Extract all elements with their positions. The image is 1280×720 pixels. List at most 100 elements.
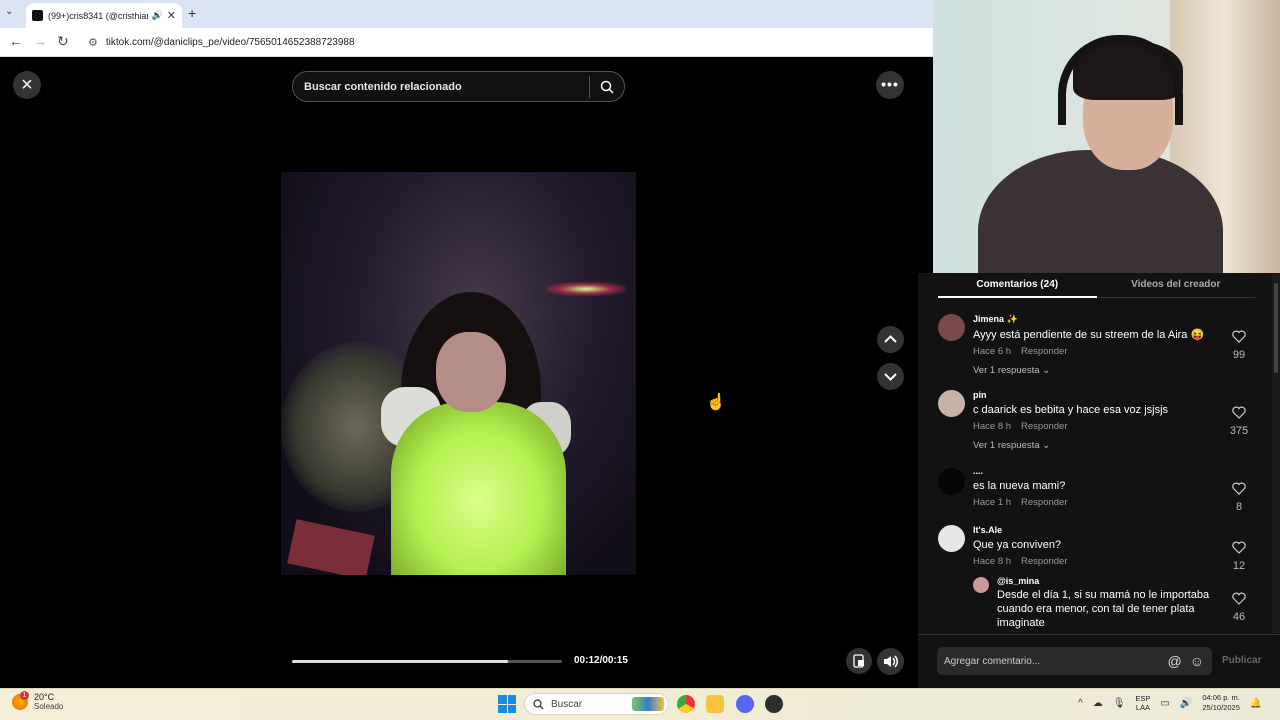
publish-button[interactable]: Publicar	[1222, 655, 1261, 666]
avatar[interactable]	[938, 468, 965, 495]
chevron-up-icon	[884, 335, 897, 343]
emoji-icon[interactable]: ☺	[1190, 653, 1204, 669]
comment-age: Hace 8 h	[973, 421, 1012, 432]
avatar[interactable]	[938, 390, 965, 417]
hand-cursor-icon: ☝	[706, 394, 726, 411]
comment-input-placeholder: Agregar comentario...	[944, 655, 1041, 667]
reload-icon[interactable]: ↻	[57, 33, 69, 50]
comment-username[interactable]: Jimena ✨	[973, 314, 1223, 325]
heart-icon	[1232, 541, 1246, 554]
site-info-icon[interactable]: ⚙	[88, 36, 98, 49]
video-frame[interactable]	[281, 172, 636, 575]
clock-date: 25/10/2025	[1202, 703, 1240, 712]
reply-button[interactable]: Responder	[1021, 497, 1067, 508]
forward-icon[interactable]: →	[33, 33, 47, 49]
reply-button[interactable]: Responder	[1021, 556, 1067, 567]
search-placeholder: Buscar contenido relacionado	[304, 80, 462, 93]
comment-username[interactable]: pin	[973, 390, 1223, 400]
chevron-down-icon	[884, 373, 897, 381]
network-icon[interactable]: ▭	[1160, 698, 1169, 709]
related-search-input[interactable]: Buscar contenido relacionado	[292, 71, 625, 102]
like-button[interactable]: 375	[1226, 406, 1252, 437]
taskbar-search[interactable]: Buscar	[524, 693, 669, 715]
discord-icon[interactable]	[736, 695, 754, 713]
like-count: 8	[1235, 501, 1243, 513]
comment-username[interactable]: It's.Ale	[973, 525, 1223, 535]
browser-tab[interactable]: (99+)cris8341 (@cristhian8 🔊 ✕	[26, 3, 182, 28]
clock-time: 04:06 p. m.	[1202, 693, 1240, 702]
like-button[interactable]: 12	[1226, 541, 1252, 572]
app-icon[interactable]	[765, 695, 783, 713]
new-tab-icon[interactable]: +	[188, 5, 196, 21]
heart-icon	[1232, 330, 1246, 343]
comment-age: Hace 1 h	[973, 497, 1012, 508]
reply-username[interactable]: @is_mina	[997, 576, 1212, 586]
view-replies-button[interactable]: Ver 1 respuesta ⌄	[973, 365, 1223, 376]
chevron-up-icon[interactable]: ^	[1078, 698, 1083, 709]
search-icon[interactable]	[590, 80, 624, 94]
tab-comments[interactable]: Comentarios (24)	[938, 273, 1097, 298]
avatar[interactable]	[938, 525, 965, 552]
next-video-button[interactable]	[877, 363, 904, 390]
view-replies-button[interactable]: Ver 1 respuesta ⌄	[973, 440, 1223, 451]
comments-scrollbar[interactable]	[1272, 273, 1280, 633]
more-options-icon[interactable]: •••	[876, 71, 904, 99]
scrollbar-thumb[interactable]	[1274, 283, 1278, 373]
windows-start-icon[interactable]	[498, 695, 516, 713]
volume-icon	[884, 655, 898, 668]
back-icon[interactable]: ←	[9, 33, 23, 49]
heart-icon	[1232, 592, 1246, 605]
avatar[interactable]	[973, 577, 989, 593]
close-tab-icon[interactable]: ✕	[167, 9, 176, 22]
clock[interactable]: 04:06 p. m. 25/10/2025	[1202, 693, 1240, 713]
like-count: 12	[1232, 560, 1246, 572]
volume-button[interactable]	[877, 648, 904, 675]
previous-video-button[interactable]	[877, 326, 904, 353]
close-video-button[interactable]: ×	[13, 71, 41, 99]
like-button[interactable]: 8	[1226, 482, 1252, 513]
like-count: 46	[1232, 611, 1246, 623]
miniplayer-icon	[853, 654, 864, 668]
avatar[interactable]	[938, 314, 965, 341]
comment-text: es la nueva mami?	[973, 480, 1066, 492]
file-explorer-icon[interactable]	[706, 695, 724, 713]
video-time: 00:12/00:15	[574, 655, 628, 666]
weather-temp: 20°C	[34, 692, 55, 702]
video-scene-light	[546, 282, 626, 296]
video-progress-bar[interactable]	[292, 660, 562, 663]
language-indicator[interactable]: ESP LAA	[1135, 694, 1150, 712]
webcam-overlay	[933, 0, 1280, 273]
cloud-icon[interactable]: ☁	[1093, 698, 1103, 709]
sun-icon: 1	[12, 690, 29, 710]
system-tray: ^ ☁ 🎙 ESP LAA ▭ 🔊 04:06 p. m. 25/10/2025…	[1078, 693, 1262, 713]
weather-widget[interactable]: 1 20°C Soleado	[12, 690, 64, 711]
tab-title: (99+)cris8341 (@cristhian8	[48, 10, 148, 21]
heart-icon	[1232, 482, 1246, 495]
reply-button[interactable]: Responder	[1021, 421, 1067, 432]
mention-icon[interactable]: @	[1167, 653, 1181, 669]
tiktok-favicon-icon	[32, 10, 43, 21]
chevron-down-icon: ⌄	[1042, 440, 1051, 451]
microphone-icon[interactable]: 🎙	[1113, 698, 1126, 709]
like-button[interactable]: 99	[1226, 330, 1252, 361]
chevron-down-icon: ⌄	[1042, 365, 1051, 376]
comments-tabs: Comentarios (24) Videos del creador	[938, 273, 1255, 298]
tab-search-chevron-icon[interactable]: ⌄	[5, 6, 13, 17]
comment-item: Jimena ✨ Ayyy está pendiente de su stree…	[938, 314, 1258, 384]
reply-button[interactable]: Responder	[1021, 346, 1067, 357]
comment-input[interactable]: Agregar comentario... @ ☺	[937, 647, 1212, 675]
tab-creator-videos[interactable]: Videos del creador	[1096, 273, 1255, 298]
address-bar[interactable]: ⚙ tiktok.com/@daniclips_pe/video/7565014…	[80, 31, 930, 53]
chrome-icon[interactable]	[677, 695, 695, 713]
video-progress-fill	[292, 660, 508, 663]
view-replies-label: Ver 1 respuesta	[973, 440, 1040, 451]
like-button[interactable]: 46	[1226, 592, 1252, 623]
miniplayer-button[interactable]	[846, 648, 872, 674]
reply-text: Desde el día 1, si su mamá no le importa…	[997, 589, 1210, 629]
like-count: 99	[1232, 349, 1246, 361]
comment-username[interactable]: ....	[973, 466, 1223, 476]
weather-desc: Soleado	[34, 702, 64, 711]
notification-icon[interactable]: 🔔	[1250, 698, 1262, 709]
speaker-icon[interactable]: 🔊	[152, 10, 163, 21]
volume-icon[interactable]: 🔊	[1180, 698, 1192, 709]
